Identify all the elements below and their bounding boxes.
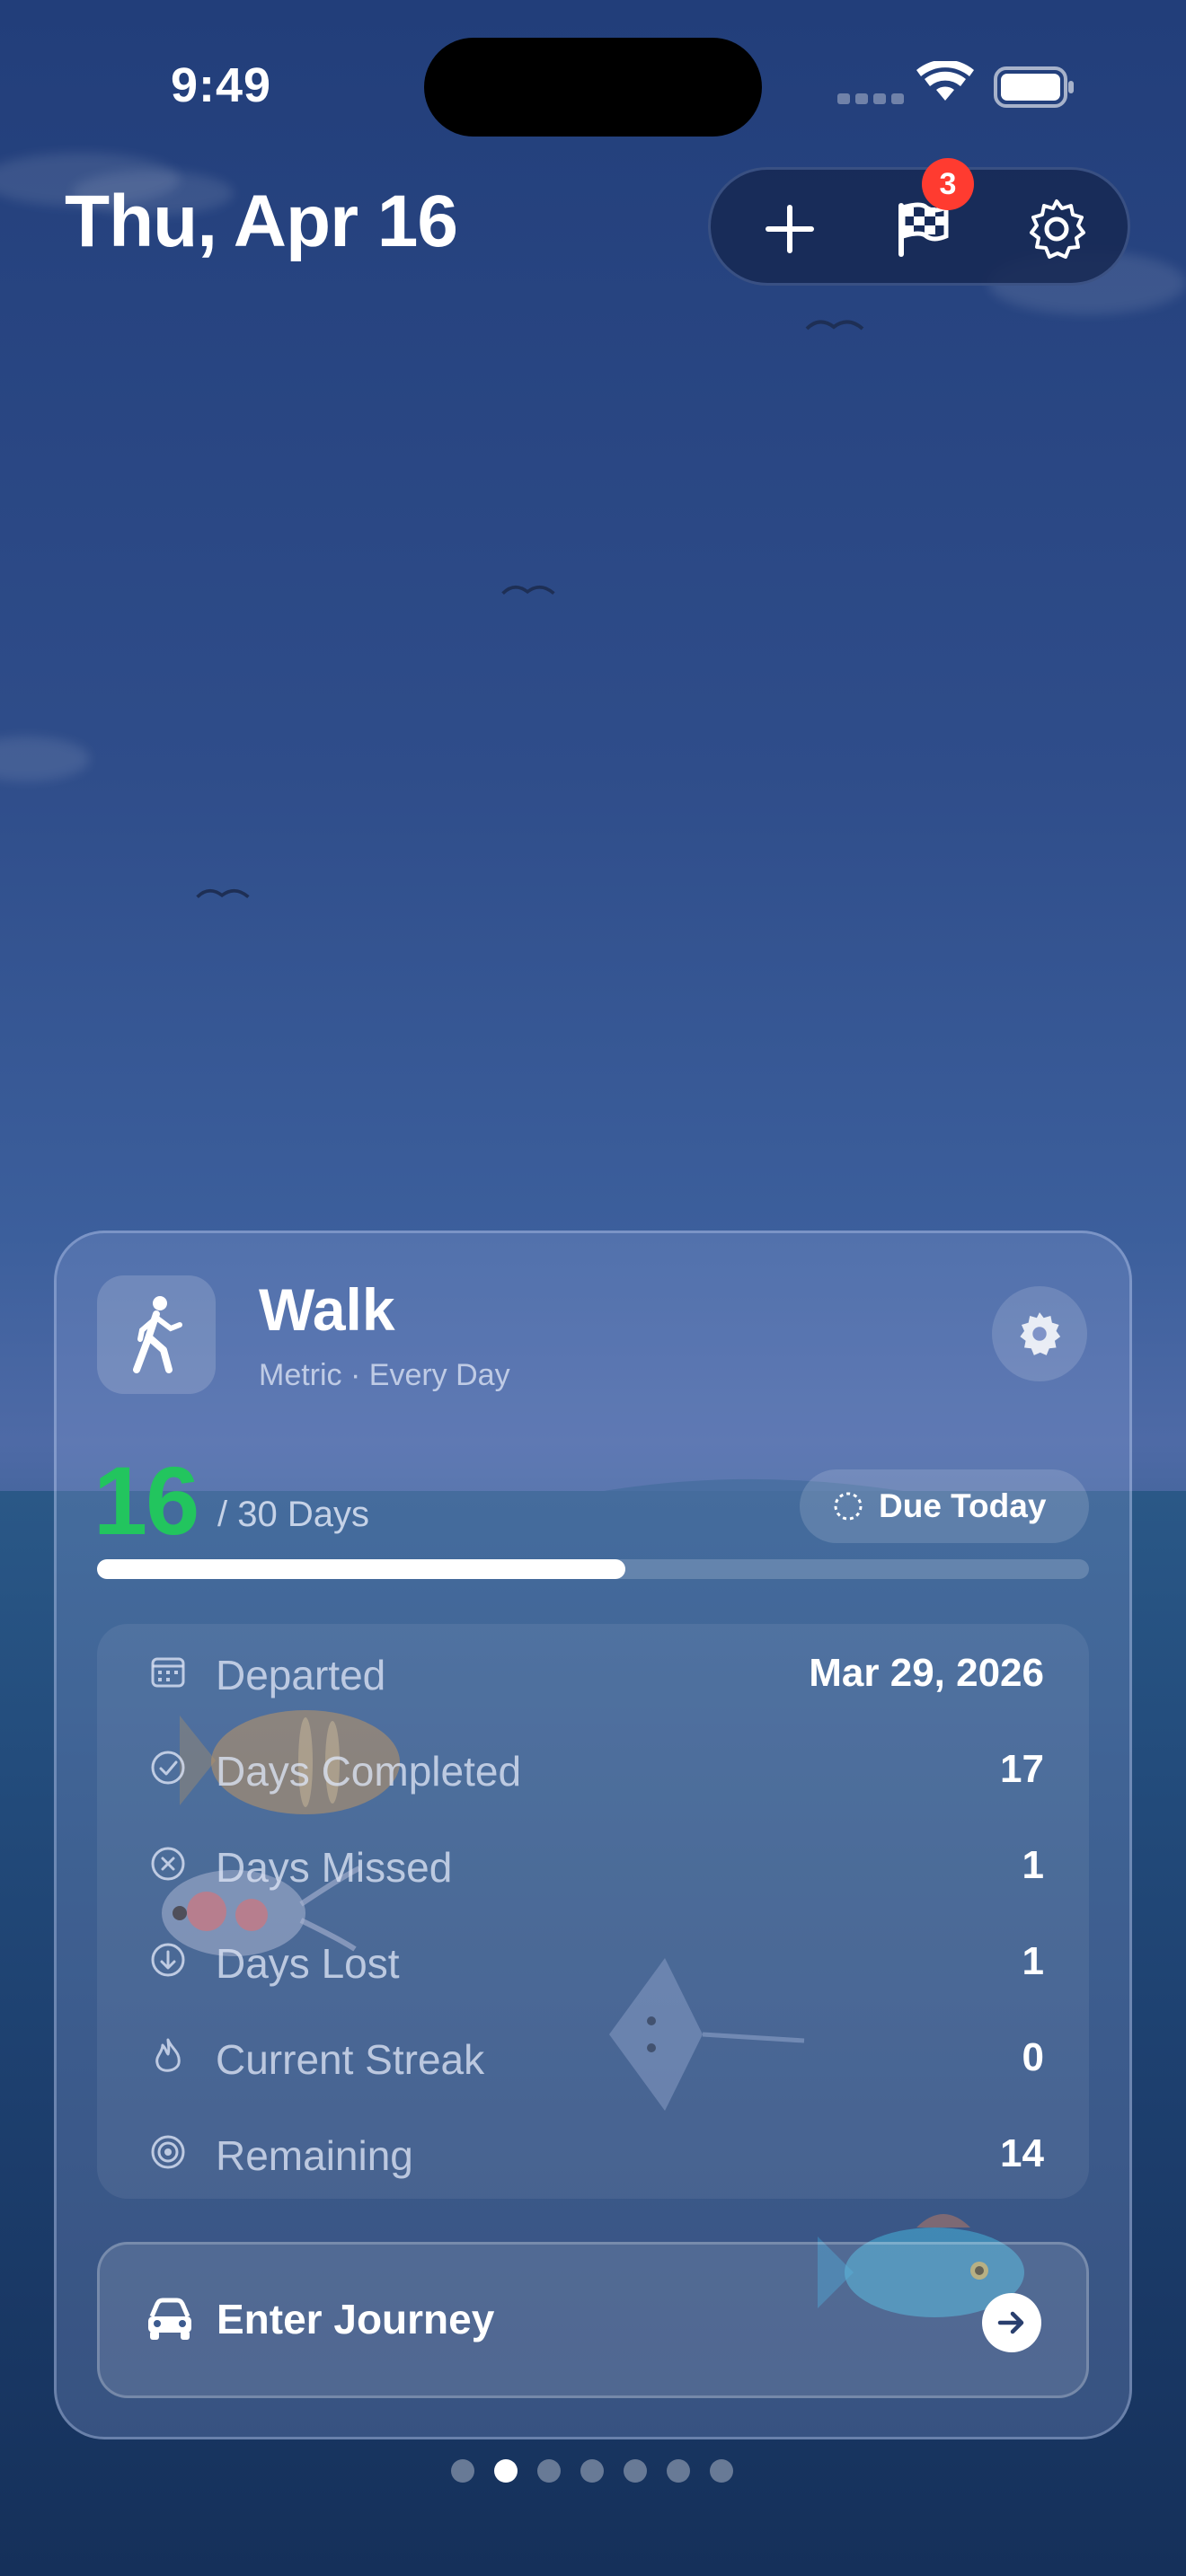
enter-journey-button[interactable]: Enter Journey [97,2242,1089,2398]
calendar-icon [147,1651,189,1692]
stat-label: Days Completed [216,1748,522,1795]
due-status-badge: Due Today [800,1469,1089,1543]
bird-icon [501,585,555,595]
car-icon [148,2298,191,2340]
plus-icon [766,205,814,253]
x-circle-icon [147,1843,189,1884]
check-circle-icon [147,1747,189,1788]
page-dot[interactable] [667,2459,690,2483]
settings-button[interactable] [1003,170,1111,288]
notification-badge: 3 [922,158,974,210]
page-dot[interactable] [494,2459,518,2483]
walking-person-icon [133,1296,182,1373]
stat-value: 1 [1022,1843,1044,1887]
page-dot[interactable] [580,2459,604,2483]
stat-row-current-streak: Current Streak 0 [97,2008,1089,2104]
toolbar [708,167,1130,286]
stat-value: 1 [1022,1939,1044,1983]
enter-journey-label: Enter Journey [217,2296,495,2342]
dashed-circle-icon [834,1492,863,1521]
progress-count: 16 [93,1446,199,1555]
stat-label: Current Streak [216,2036,485,2083]
habit-settings-button[interactable] [992,1286,1087,1381]
cellular-signal-icon [837,93,904,104]
bird-icon [196,888,250,899]
bird-icon [805,320,864,331]
stat-label: Departed [216,1652,386,1698]
flame-icon [147,2035,189,2077]
gear-icon [1030,199,1085,259]
arrow-right-icon [982,2293,1041,2352]
page-title: Thu, Apr 16 [65,181,458,262]
progress-total: / 30 Days [217,1495,369,1534]
stat-value: Mar 29, 2026 [809,1651,1044,1695]
add-button[interactable] [736,170,844,288]
habit-name: Walk [259,1276,395,1343]
dynamic-island [424,38,762,137]
stat-value: 14 [1000,2131,1044,2175]
stat-row-days-lost: Days Lost 1 [97,1912,1089,2008]
stat-value: 0 [1022,2035,1044,2079]
stat-row-remaining: Remaining 14 [97,2104,1089,2201]
page-indicator[interactable] [451,2459,739,2486]
stat-row-departed: Departed Mar 29, 2026 [97,1624,1089,1720]
due-label: Due Today [879,1487,1047,1524]
stat-label: Days Lost [216,1940,400,1987]
stat-label: Remaining [216,2132,413,2179]
status-time: 9:49 [171,58,272,112]
page-dot[interactable] [451,2459,474,2483]
wifi-icon [916,61,974,101]
page-dot[interactable] [710,2459,733,2483]
target-icon [147,2131,189,2173]
status-icons [837,61,1074,108]
progress-fill [97,1559,625,1579]
gear-icon [1020,1312,1061,1355]
stat-row-days-completed: Days Completed 17 [97,1720,1089,1816]
stat-value: 17 [1000,1747,1044,1791]
stat-label: Days Missed [216,1844,453,1891]
page-dot[interactable] [624,2459,647,2483]
battery-icon [994,66,1074,108]
habit-icon-tile [97,1275,216,1394]
down-arrow-circle-icon [147,1939,189,1981]
habit-subtitle: Metric · Every Day [259,1358,510,1392]
page-dot[interactable] [537,2459,561,2483]
stat-row-days-missed: Days Missed 1 [97,1816,1089,1912]
